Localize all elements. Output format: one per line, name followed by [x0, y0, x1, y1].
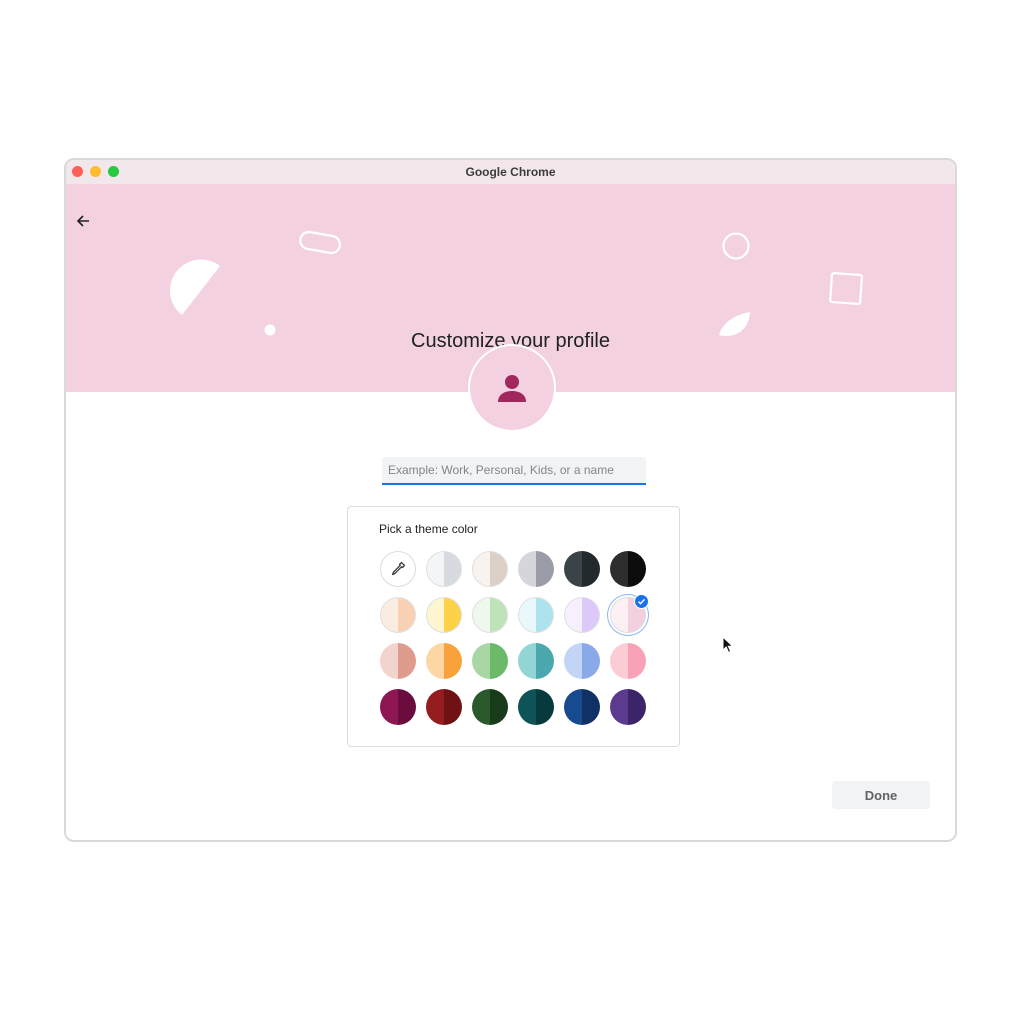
theme-swatch-forest[interactable] — [472, 689, 508, 725]
window-title: Google Chrome — [465, 165, 556, 179]
theme-swatch-light-green[interactable] — [472, 597, 508, 633]
theme-swatch-yellow[interactable] — [426, 597, 462, 633]
theme-swatch-light-grey[interactable] — [426, 551, 462, 587]
back-button[interactable] — [72, 210, 94, 232]
done-button[interactable]: Done — [832, 781, 930, 809]
theme-swatch-dark-slate[interactable] — [564, 551, 600, 587]
custom-color-swatch[interactable] — [380, 551, 416, 587]
theme-swatch-light-cyan[interactable] — [518, 597, 554, 633]
theme-color-picker: Pick a theme color — [347, 506, 680, 747]
checkmark-icon — [634, 594, 649, 609]
theme-swatch-pink[interactable] — [610, 643, 646, 679]
person-icon — [498, 375, 526, 402]
theme-swatch-red[interactable] — [426, 689, 462, 725]
avatar[interactable] — [468, 344, 556, 432]
profile-name-input[interactable] — [382, 457, 646, 485]
theme-swatch-periwinkle[interactable] — [564, 643, 600, 679]
theme-swatch-light-peach[interactable] — [380, 597, 416, 633]
title-bar: Google Chrome — [66, 160, 955, 184]
theme-swatch-orange[interactable] — [426, 643, 462, 679]
pill-shape — [299, 230, 342, 255]
theme-swatch-lavender[interactable] — [564, 597, 600, 633]
theme-swatch-light-pink[interactable] — [610, 594, 649, 633]
ring-shape — [722, 232, 750, 260]
theme-swatch-teal[interactable] — [518, 643, 554, 679]
theme-swatch-magenta[interactable] — [380, 689, 416, 725]
back-arrow-icon — [76, 215, 89, 227]
theme-swatch-purple[interactable] — [610, 689, 646, 725]
square-outline-shape — [829, 272, 863, 305]
theme-swatch-green[interactable] — [472, 643, 508, 679]
theme-picker-heading: Pick a theme color — [379, 522, 478, 536]
eyedropper-icon — [391, 561, 406, 576]
theme-swatch-grey[interactable] — [518, 551, 554, 587]
theme-swatch-beige[interactable] — [472, 551, 508, 587]
half-circle-shape — [170, 259, 220, 315]
theme-swatch-salmon[interactable] — [380, 643, 416, 679]
mouse-cursor-icon — [722, 636, 734, 654]
theme-swatch-navy[interactable] — [564, 689, 600, 725]
theme-swatch-dark-teal[interactable] — [518, 689, 554, 725]
theme-swatch-black[interactable] — [610, 551, 646, 587]
chrome-window: Google Chrome Customize your profile Exa… — [64, 158, 957, 842]
swatch-grid — [380, 551, 650, 725]
